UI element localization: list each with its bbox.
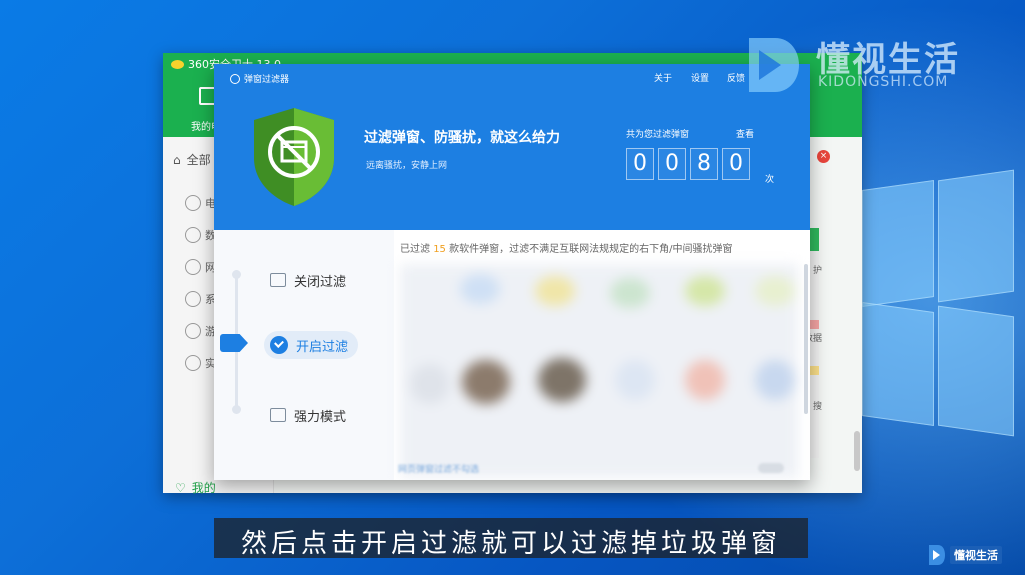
- 360-logo-icon: [171, 59, 184, 69]
- sidebar-item-icon[interactable]: [185, 195, 201, 211]
- footer-link[interactable]: 网页弹窗过滤不勾选: [398, 462, 479, 475]
- close-icon[interactable]: ×: [817, 150, 830, 163]
- filtered-count: 15: [433, 244, 446, 255]
- counter-digit: 0: [722, 148, 750, 180]
- dialog-subtitle: 远离骚扰，安静上网: [366, 161, 448, 171]
- filter-app-icon: [230, 73, 240, 84]
- background-sidebar-top[interactable]: ⌂ 全部: [173, 151, 211, 168]
- menu-settings[interactable]: 设置: [691, 71, 709, 84]
- mode-slider-handle[interactable]: [220, 334, 248, 352]
- sidebar-item-icon[interactable]: [185, 227, 201, 243]
- nav-label: 关闭过滤: [294, 274, 347, 290]
- corner-logo-icon: [929, 545, 945, 565]
- edge-text: 护: [812, 266, 822, 276]
- watermark-subtitle: KIDONGSHI.COM: [818, 74, 949, 90]
- filter-counter: 0 0 8 0: [626, 148, 750, 180]
- window-list-icon: [270, 408, 286, 422]
- dialog-nav: 关闭过滤 开启过滤 强力模式: [214, 230, 394, 480]
- caption-bar: 然后点击开启过滤就可以过滤掉垃圾弹窗: [214, 518, 808, 559]
- nav-strong-mode[interactable]: 强力模式: [270, 401, 346, 429]
- counter-digit: 0: [658, 148, 686, 180]
- category-icon: ⌂: [173, 152, 181, 167]
- menu-about[interactable]: 关于: [654, 71, 672, 84]
- dns-toggle[interactable]: [758, 463, 784, 473]
- corner-watermark-text: 懂视生活: [950, 546, 1002, 564]
- dialog-header: 弹窗过滤器 关于 设置 反馈 过滤弹窗、防骚扰，就这么给力 远离骚扰，安静上网 …: [214, 64, 810, 230]
- sidebar-item-icon[interactable]: [185, 259, 201, 275]
- nav-disable-filter[interactable]: 关闭过滤: [270, 266, 346, 294]
- heart-icon: ♡: [175, 480, 186, 495]
- dialog-content: 已过滤 15 款软件弹窗，过滤不满足互联网法规规定的右下角/中间骚扰弹窗 网页弹…: [394, 230, 810, 480]
- sidebar-item-icon[interactable]: [185, 291, 201, 307]
- windows-logo-icon: [862, 169, 1014, 445]
- dialog-title: 弹窗过滤器: [230, 72, 289, 85]
- filter-info: 已过滤 15 款软件弹窗，过滤不满足互联网法规规定的右下角/中间骚扰弹窗: [400, 244, 733, 255]
- edge-text: 搜: [812, 402, 822, 412]
- shield-block-icon: [254, 108, 334, 206]
- check-circle-icon: [270, 336, 288, 354]
- view-link[interactable]: 查看: [736, 127, 754, 140]
- background-sidebar-bottom[interactable]: ♡ 我的: [175, 479, 216, 496]
- counter-digit: 0: [626, 148, 654, 180]
- menu-feedback[interactable]: 反馈: [727, 71, 745, 84]
- counter-digit: 8: [690, 148, 718, 180]
- corner-watermark: 懂视生活: [928, 541, 1018, 569]
- background-scrollbar[interactable]: [854, 431, 860, 471]
- track-dot: [232, 270, 241, 279]
- counter-unit: 次: [765, 175, 775, 185]
- counter-label: 共为您过滤弹窗: [626, 130, 690, 140]
- blurred-app-list: [400, 264, 798, 478]
- dialog-slogan: 过滤弹窗、防骚扰，就这么给力: [364, 130, 560, 146]
- caption-text: 然后点击开启过滤就可以过滤掉垃圾弹窗: [240, 529, 781, 559]
- track-dot: [232, 405, 241, 414]
- watermark-logo-icon: [749, 38, 799, 92]
- sidebar-item-icon[interactable]: [185, 323, 201, 339]
- content-scrollbar[interactable]: [804, 264, 808, 414]
- nav-enable-filter[interactable]: 开启过滤: [264, 331, 359, 359]
- nav-label: 开启过滤: [296, 339, 349, 355]
- popup-filter-dialog: 弹窗过滤器 关于 设置 反馈 过滤弹窗、防骚扰，就这么给力 远离骚扰，安静上网 …: [214, 64, 810, 480]
- window-outline-icon: [270, 273, 286, 287]
- nav-label: 强力模式: [294, 409, 347, 425]
- sidebar-item-icon[interactable]: [185, 355, 201, 371]
